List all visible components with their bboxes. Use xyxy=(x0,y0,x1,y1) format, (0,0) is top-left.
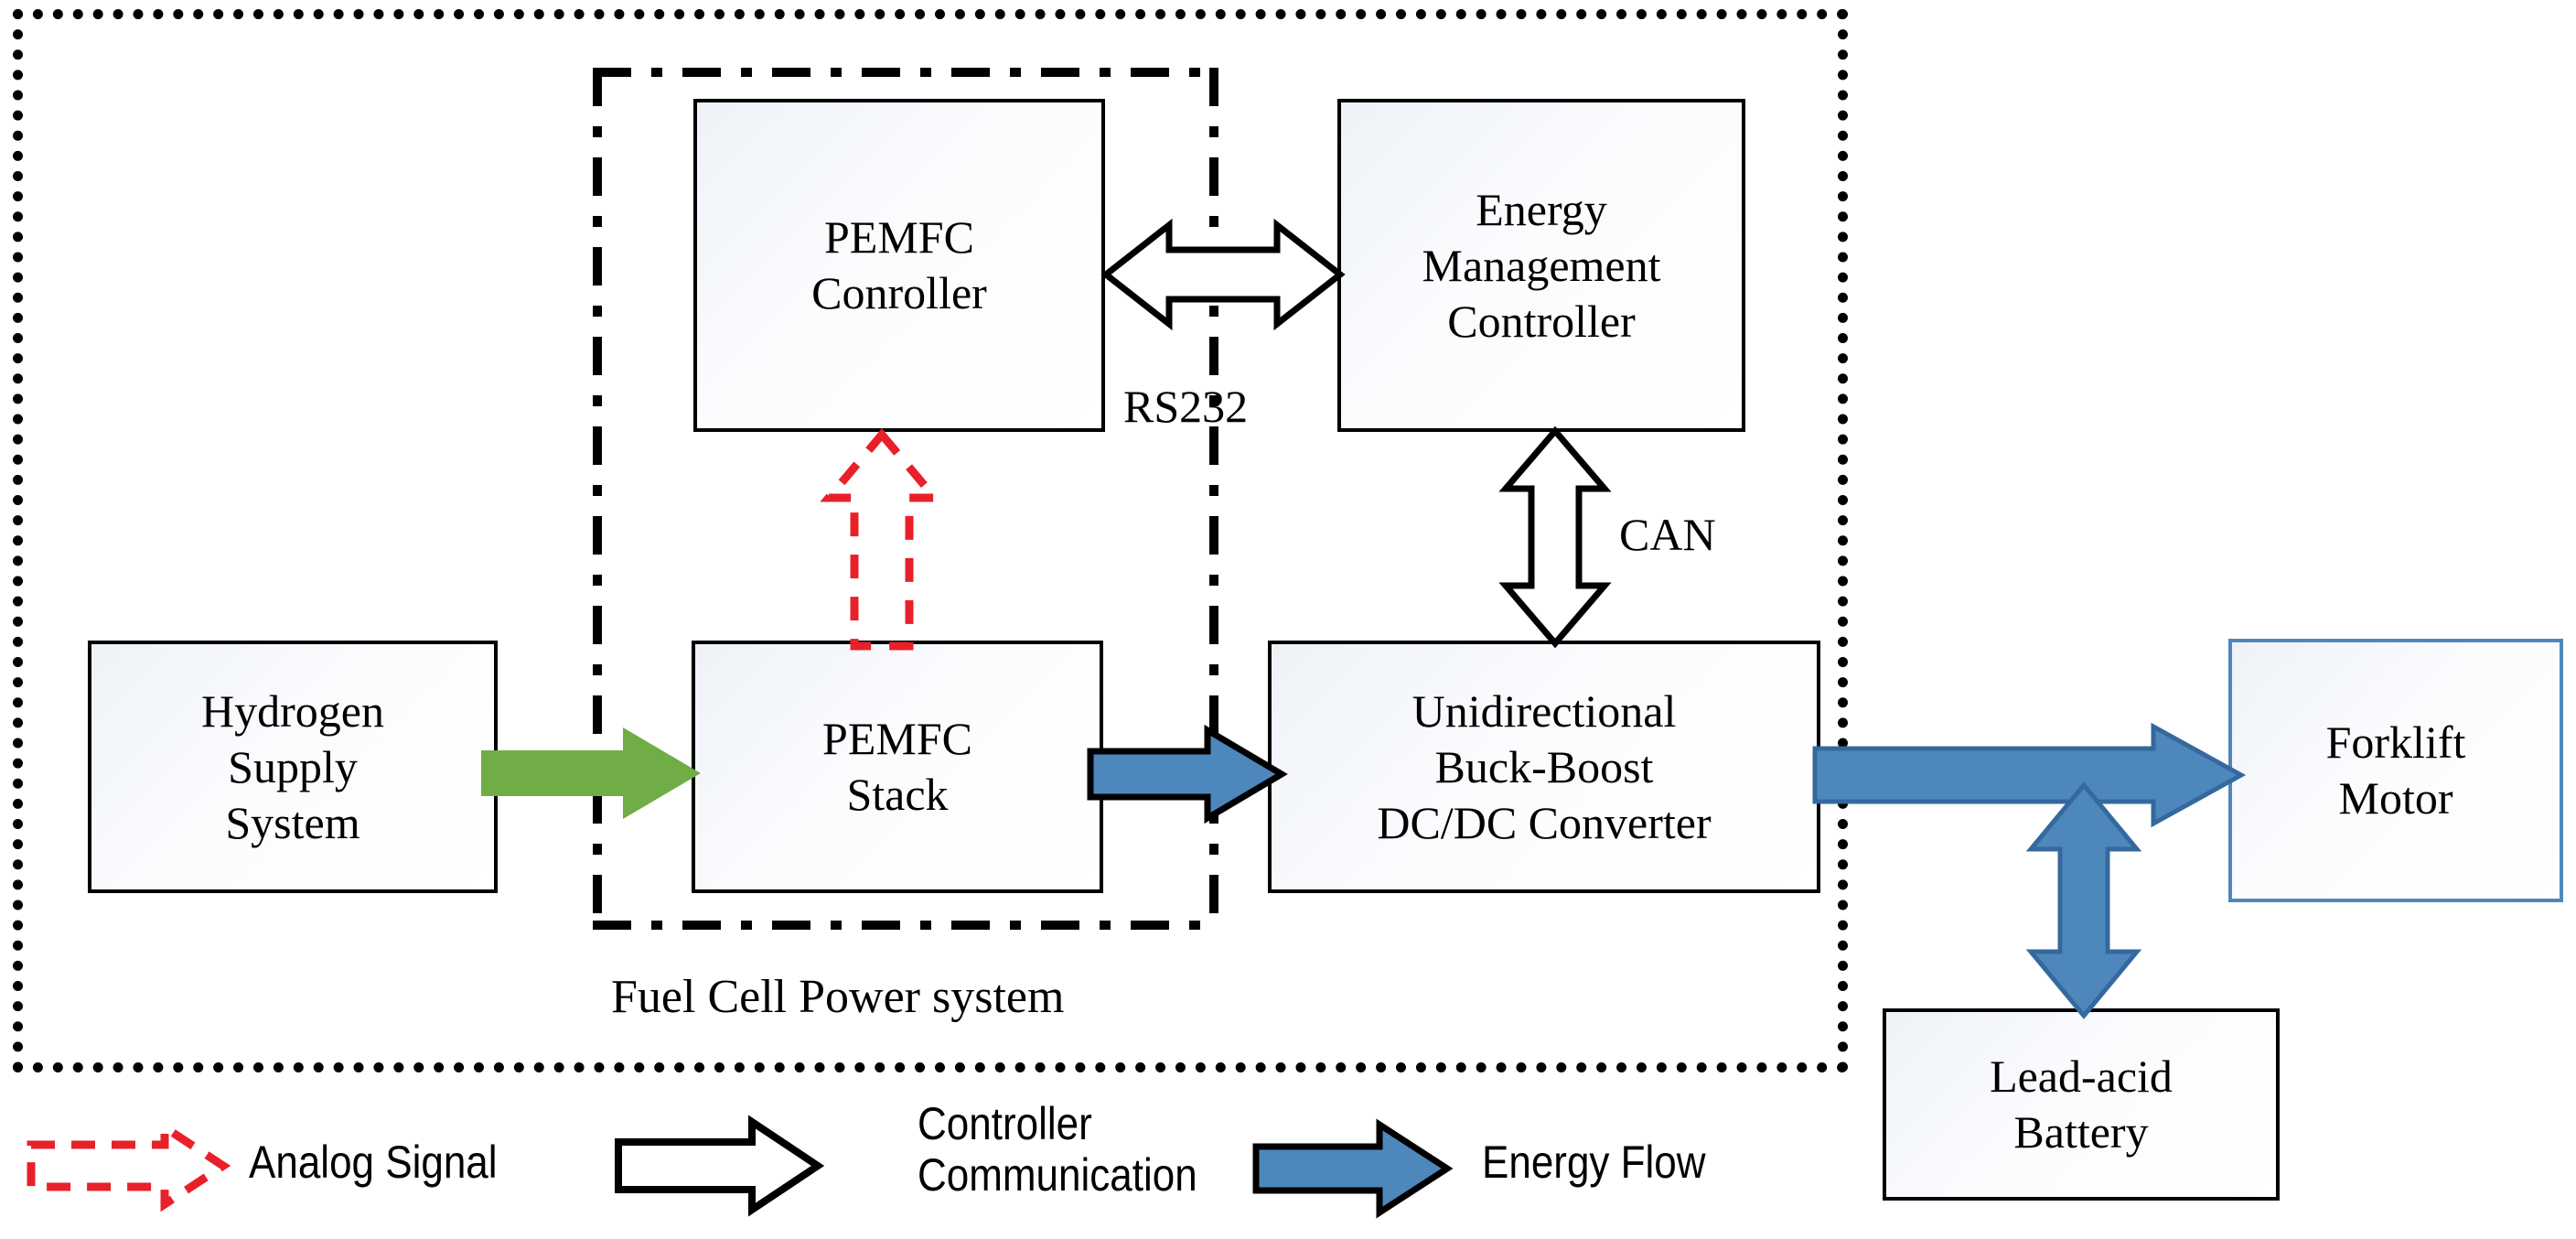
hydrogen-flow-arrow-icon xyxy=(481,727,701,819)
diagram-canvas: PEMFC Conroller Energy Management Contro… xyxy=(0,0,2576,1239)
block-lead-acid-battery-label: Lead-acid Battery xyxy=(1990,1050,2173,1158)
block-dcdc-converter[interactable]: Unidirectional Buck-Boost DC/DC Converte… xyxy=(1268,641,1820,893)
block-energy-management-controller-label: Energy Management Controller xyxy=(1422,183,1661,347)
block-pemfc-stack[interactable]: PEMFC Stack xyxy=(692,641,1103,893)
rs232-double-arrow-icon xyxy=(1100,218,1346,331)
energy-flow-arrow-stack-to-converter-icon xyxy=(1087,724,1288,824)
legend-energy-flow-label: Energy Flow xyxy=(1482,1137,1706,1188)
block-forklift-motor-label: Forklift Motor xyxy=(2325,716,2466,824)
can-double-arrow-icon xyxy=(1498,426,1612,649)
fuel-cell-power-system-caption: Fuel Cell Power system xyxy=(611,971,1065,1023)
legend-energy-flow-arrow-icon xyxy=(1252,1118,1454,1219)
legend-controller-communication-arrow-icon xyxy=(615,1115,825,1217)
legend-analog-signal-label: Analog Signal xyxy=(249,1137,498,1188)
fuel-cell-boundary-bottom xyxy=(593,921,1218,930)
block-forklift-motor[interactable]: Forklift Motor xyxy=(2228,639,2563,902)
analog-signal-arrow-icon xyxy=(820,428,944,651)
energy-flow-double-arrow-battery-icon xyxy=(2025,781,2142,1019)
rs232-label: RS232 xyxy=(1123,381,1249,432)
can-label: CAN xyxy=(1619,509,1716,560)
block-dcdc-converter-label: Unidirectional Buck-Boost DC/DC Converte… xyxy=(1377,684,1712,848)
block-pemfc-controller[interactable]: PEMFC Conroller xyxy=(693,99,1105,432)
block-pemfc-stack-label: PEMFC Stack xyxy=(822,713,972,820)
legend-analog-signal-arrow-icon xyxy=(27,1119,231,1212)
fuel-cell-boundary-top xyxy=(593,68,1218,77)
block-hydrogen-supply-system-label: Hydrogen Supply System xyxy=(201,684,384,848)
block-pemfc-controller-label: PEMFC Conroller xyxy=(811,211,987,318)
legend-controller-communication-label: Controller Communication xyxy=(918,1098,1197,1201)
block-lead-acid-battery[interactable]: Lead-acid Battery xyxy=(1883,1008,2280,1201)
block-energy-management-controller[interactable]: Energy Management Controller xyxy=(1337,99,1745,432)
block-hydrogen-supply-system[interactable]: Hydrogen Supply System xyxy=(88,641,498,893)
